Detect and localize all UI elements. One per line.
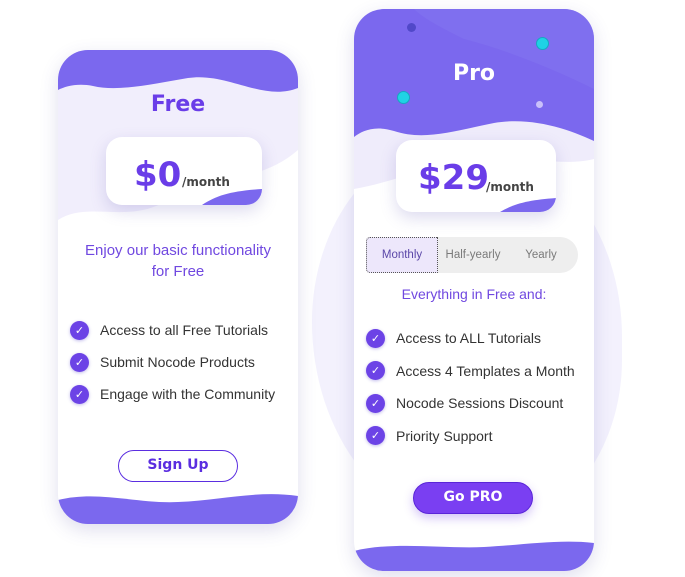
feature-label: Access to all Free Tutorials (100, 322, 269, 338)
decor-dot-indigo (407, 23, 416, 32)
check-circle-icon: ✓ (366, 328, 385, 348)
feature-label: Priority Support (396, 427, 493, 444)
free-plan-title: Free (150, 92, 206, 117)
free-plan-card: Free $0 /month Enjoy our basic functiona… (58, 50, 298, 524)
decor-dot-light (536, 101, 543, 108)
free-price-corner-wave (202, 189, 262, 205)
pro-price-box: $29 /month (396, 140, 556, 212)
free-price-unit: /month (182, 175, 230, 189)
check-circle-icon: ✓ (70, 384, 89, 404)
billing-period-toggle: Monthly Half-yearly Yearly (366, 237, 578, 273)
list-item: ✓ Submit Nocode Products (70, 346, 275, 378)
pro-bottom-wave (354, 541, 594, 571)
billing-option-yearly[interactable]: Yearly (506, 249, 576, 261)
go-pro-button[interactable]: Go PRO (413, 482, 533, 514)
free-price-box: $0 /month (106, 137, 262, 205)
free-tagline-line2: for Free (151, 263, 205, 280)
free-price-amount: $0 (134, 155, 182, 195)
free-tagline: Enjoy our basic functionality for Free (68, 240, 288, 282)
list-item: ✓ Priority Support (366, 420, 575, 453)
pro-plan-title: Pro (452, 61, 496, 86)
feature-label: Access 4 Templates a Month (396, 362, 575, 379)
check-circle-icon: ✓ (366, 426, 385, 446)
free-feature-list: ✓ Access to all Free Tutorials ✓ Submit … (70, 314, 275, 410)
list-item: ✓ Engage with the Community (70, 378, 275, 410)
pro-price-unit: /month (486, 180, 534, 194)
check-circle-icon: ✓ (366, 361, 385, 381)
decor-dot-cyan (397, 91, 410, 104)
check-circle-icon: ✓ (70, 352, 89, 372)
decor-dot-cyan (536, 37, 549, 50)
pro-price-corner-wave (500, 198, 556, 212)
list-item: ✓ Access to all Free Tutorials (70, 314, 275, 346)
feature-label: Nocode Sessions Discount (396, 395, 564, 412)
pro-feature-list: ✓ Access to ALL Tutorials ✓ Access 4 Tem… (366, 322, 575, 452)
check-circle-icon: ✓ (70, 320, 89, 340)
pro-tagline: Everything in Free and: (401, 286, 547, 302)
pro-plan-card: Pro $29 /month Monthly Half-yearly Yearl… (354, 9, 594, 571)
pro-price-amount: $29 (418, 158, 489, 198)
billing-option-half-yearly[interactable]: Half-yearly (440, 249, 506, 261)
sign-up-button[interactable]: Sign Up (118, 450, 238, 482)
feature-label: Engage with the Community (100, 386, 276, 402)
list-item: ✓ Access 4 Templates a Month (366, 355, 575, 388)
list-item: ✓ Access to ALL Tutorials (366, 322, 575, 355)
free-tagline-line1: Enjoy our basic functionality (85, 242, 271, 259)
free-bottom-wave (58, 494, 298, 524)
check-circle-icon: ✓ (366, 393, 385, 413)
feature-label: Access to ALL Tutorials (396, 330, 541, 347)
feature-label: Submit Nocode Products (100, 354, 255, 370)
billing-option-monthly[interactable]: Monthly (366, 237, 438, 273)
list-item: ✓ Nocode Sessions Discount (366, 387, 575, 420)
